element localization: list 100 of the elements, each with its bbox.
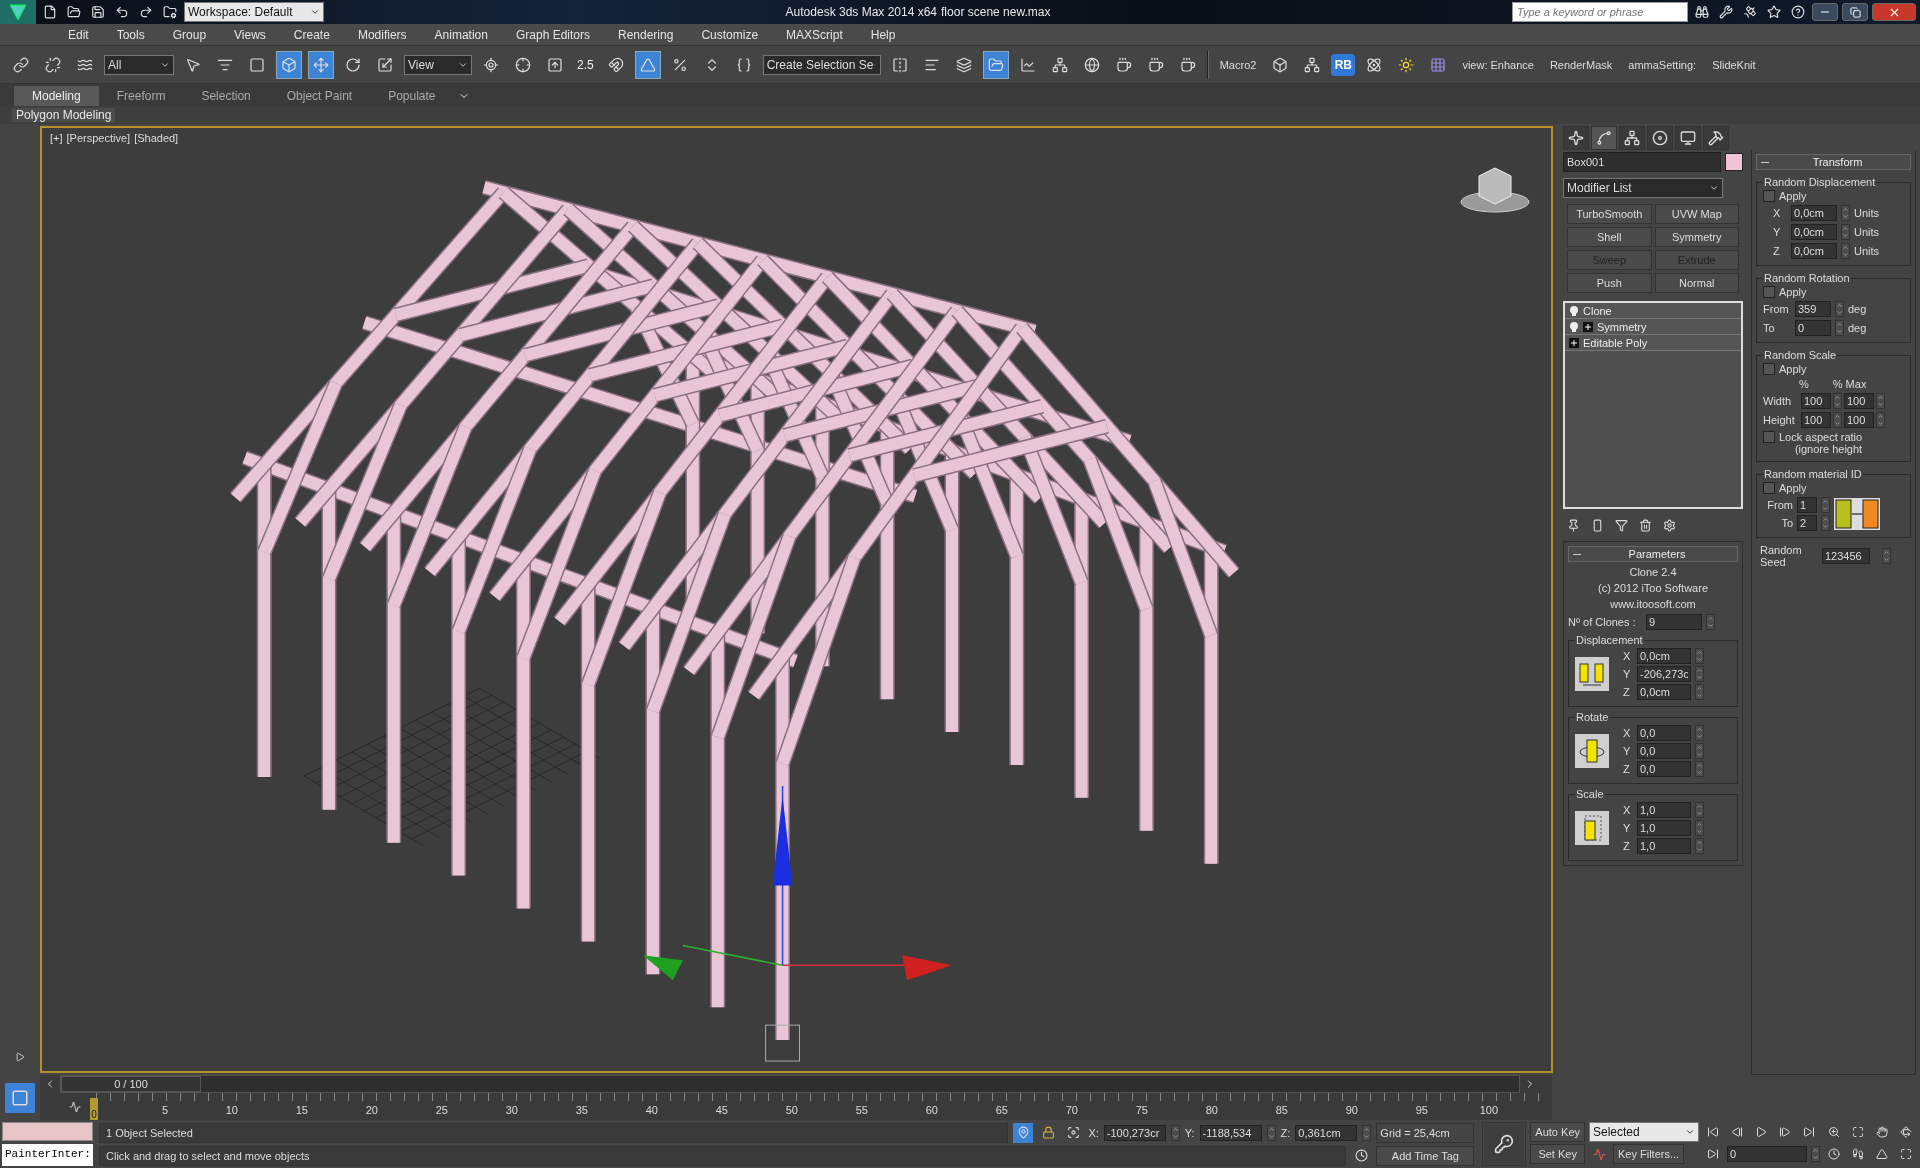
current-frame-field[interactable]: 0	[1727, 1146, 1807, 1162]
modifier-list-dropdown[interactable]: Modifier List	[1563, 178, 1723, 198]
menu-item[interactable]: Graph Editors	[501, 27, 604, 42]
menu-item[interactable]: Create	[279, 27, 344, 42]
field-label: Height	[1763, 414, 1796, 426]
key-mode-dropdown[interactable]: Selected	[1589, 1122, 1699, 1142]
coordinate-field[interactable]: -100,273cr	[1103, 1124, 1166, 1141]
viewport-label[interactable]: [Perspective]	[66, 132, 131, 144]
ribbon-panel-label[interactable]: Polygon Modeling	[12, 108, 116, 122]
ribbon-tab[interactable]: Object Paint	[268, 86, 371, 106]
coordinate-field[interactable]: -1188,534	[1199, 1124, 1262, 1141]
menu-item[interactable]: Edit	[54, 27, 103, 42]
modifier-button[interactable]: Push	[1567, 273, 1652, 293]
value-field[interactable]: 0,0cm	[1791, 224, 1837, 240]
ribbon-tab[interactable]: Populate	[370, 86, 454, 106]
stack-item[interactable]: Editable Poly	[1565, 335, 1741, 351]
coordinate-field[interactable]: 0,361cm	[1295, 1124, 1358, 1141]
frame-tick-label: 95	[1414, 1104, 1428, 1118]
macro-button[interactable]: ammaSetting:	[1623, 50, 1702, 79]
value-field[interactable]: 1	[1797, 497, 1817, 513]
frame-marker[interactable]: 0	[90, 1098, 98, 1120]
menu-item[interactable]: Modifiers	[343, 27, 421, 42]
menu-item[interactable]: Help	[856, 27, 910, 42]
axis-label: Y	[1623, 668, 1632, 680]
auto-key-button[interactable]: Auto Key	[1530, 1122, 1585, 1142]
modifier-button[interactable]: Normal	[1654, 273, 1739, 293]
modifier-button[interactable]: Shell	[1567, 227, 1652, 247]
modifier-button[interactable]: UVW Map	[1654, 204, 1739, 224]
menu-item[interactable]: Customize	[687, 27, 773, 42]
value-field[interactable]: -206,273c	[1637, 666, 1691, 682]
group-title: Rotate	[1575, 711, 1610, 723]
frame-tick-label: 65	[994, 1104, 1008, 1118]
time-slider-track[interactable]: 0 / 100	[60, 1075, 1520, 1093]
frame-tick-label: 10	[224, 1104, 238, 1118]
object-name-field[interactable]: Box001	[1563, 152, 1721, 172]
field-label: From	[1763, 303, 1790, 315]
value-field[interactable]: 0	[1795, 320, 1831, 336]
macro-button[interactable]: SlideKnit	[1707, 50, 1761, 79]
ribbon-tab[interactable]: Modeling	[14, 86, 99, 106]
frame-tick-label: 35	[574, 1104, 588, 1118]
value-field[interactable]: 2	[1797, 515, 1817, 531]
macro-button[interactable]: Macro2	[1214, 50, 1262, 79]
macro-button[interactable]: RenderMask	[1544, 50, 1618, 79]
menu-item[interactable]: Rendering	[604, 27, 688, 42]
selection-filter-dropdown[interactable]: All	[104, 54, 174, 75]
value-field[interactable]: 0,0cm	[1637, 648, 1691, 664]
viewport[interactable]: [+] [Perspective] [Shaded]	[40, 126, 1553, 1073]
value-field[interactable]: 0,0	[1637, 725, 1691, 741]
maxscript-listener[interactable]: PainterInter:	[2, 1144, 93, 1166]
value-field[interactable]: 1,0	[1637, 802, 1691, 818]
workspace-dropdown[interactable]: Workspace: Default	[184, 2, 324, 22]
clones-field[interactable]: 9	[1646, 614, 1702, 630]
ribbon-tab[interactable]: Selection	[183, 86, 269, 106]
value-field[interactable]: 100	[1844, 412, 1874, 428]
unit-label: Units	[1854, 245, 1880, 257]
field-label: To	[1780, 517, 1793, 529]
macro-button[interactable]: view: Enhance	[1457, 50, 1539, 79]
ribbon-tab[interactable]: Freeform	[98, 86, 184, 106]
value-field[interactable]: 0,0	[1637, 761, 1691, 777]
seed-field[interactable]: 123456	[1822, 548, 1870, 564]
stack-item[interactable]: Clone	[1565, 303, 1741, 319]
value-field[interactable]: 0,0	[1637, 743, 1691, 759]
value-field[interactable]: 1,0	[1637, 820, 1691, 836]
modifier-stack[interactable]: Clone Symmetry Editable Poly	[1563, 301, 1743, 509]
search-field[interactable]: Type a keyword or phrase	[1512, 2, 1688, 22]
snap-value-button[interactable]: 2.5	[574, 50, 597, 79]
file-name: floor scene new.max	[941, 5, 1051, 19]
frame-tick-label: 45	[714, 1104, 728, 1118]
rb-button[interactable]: RB	[1331, 53, 1356, 76]
value-field[interactable]: 0,0cm	[1791, 243, 1837, 259]
menu-item[interactable]: Group	[158, 27, 221, 42]
modifier-button[interactable]: Symmetry	[1654, 227, 1739, 247]
rollout-header[interactable]: Parameters	[1568, 546, 1738, 562]
axis-label: X	[1623, 804, 1632, 816]
reference-coordinate-dropdown[interactable]: View	[404, 54, 472, 75]
frame-counter[interactable]: 0 / 100	[61, 1076, 201, 1092]
value-field[interactable]: 0,0cm	[1791, 205, 1837, 221]
about-text: (c) 2012 iToo Software	[1596, 582, 1710, 594]
menu-item[interactable]: Animation	[420, 27, 502, 42]
menu-item[interactable]: Views	[220, 27, 280, 42]
value-field[interactable]: 100	[1801, 412, 1831, 428]
value-field[interactable]: 100	[1844, 393, 1874, 409]
value-field[interactable]: 100	[1801, 393, 1831, 409]
menu-item[interactable]: MAXScript	[772, 27, 857, 42]
value-field[interactable]: 359	[1795, 301, 1831, 317]
viewport-label[interactable]: [Shaded]	[134, 132, 179, 144]
named-selection-dropdown[interactable]: Create Selection Se	[762, 54, 881, 75]
stack-item[interactable]: Symmetry	[1565, 319, 1741, 335]
value-field[interactable]: 1,0	[1637, 838, 1691, 854]
set-key-button[interactable]: Set Key	[1530, 1144, 1585, 1164]
modifier-button[interactable]: TurboSmooth	[1567, 204, 1652, 224]
key-filters-button[interactable]: Key Filters...	[1613, 1144, 1685, 1164]
rollout-header[interactable]: Transform	[1756, 154, 1911, 170]
note-text: (ignore height	[1793, 443, 1863, 455]
axis-label: Y	[1623, 822, 1632, 834]
viewport-label[interactable]: [+]	[50, 132, 63, 144]
about-text: www.itoosoft.com	[1609, 598, 1697, 610]
add-time-tag-button[interactable]: Add Time Tag	[1376, 1145, 1475, 1166]
value-field[interactable]: 0,0cm	[1637, 684, 1691, 700]
menu-item[interactable]: Tools	[102, 27, 159, 42]
